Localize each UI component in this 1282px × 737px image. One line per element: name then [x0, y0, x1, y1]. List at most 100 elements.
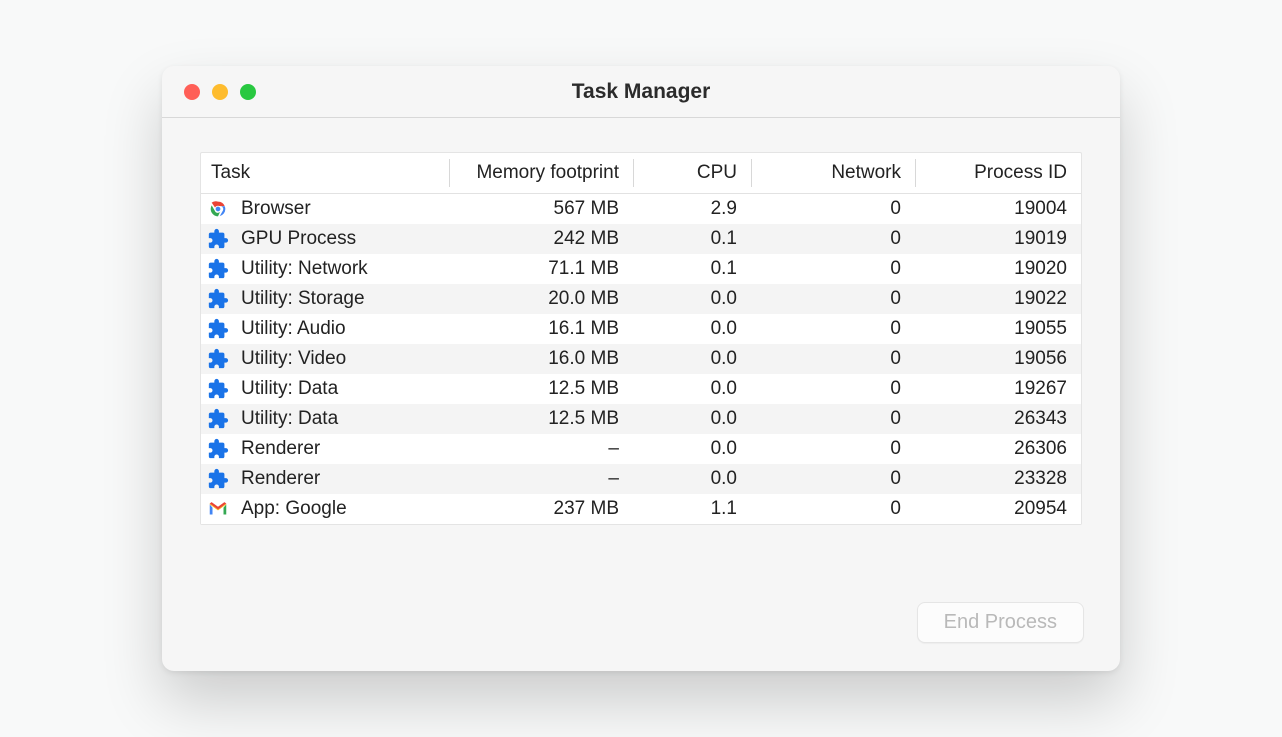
- cell-network: 0: [751, 224, 915, 254]
- cell-pid: 19020: [915, 254, 1081, 284]
- chrome-icon: [207, 198, 229, 220]
- end-process-button[interactable]: End Process: [917, 602, 1084, 643]
- cell-memory: 242 MB: [449, 224, 633, 254]
- task-label: Utility: Data: [241, 378, 338, 400]
- cell-cpu: 0.0: [633, 284, 751, 314]
- cell-pid: 19019: [915, 224, 1081, 254]
- cell-pid: 26306: [915, 434, 1081, 464]
- cell-task: GPU Process: [201, 224, 449, 254]
- gmail-icon: [207, 498, 229, 520]
- puzzle-icon: [207, 318, 229, 340]
- task-label: Utility: Audio: [241, 318, 346, 340]
- table-row[interactable]: Renderer – 0.0 0 26306: [201, 434, 1081, 464]
- cell-cpu: 0.0: [633, 314, 751, 344]
- cell-task: Browser: [201, 194, 449, 225]
- cell-task: Renderer: [201, 464, 449, 494]
- table-row[interactable]: Utility: Network 71.1 MB 0.1 0 19020: [201, 254, 1081, 284]
- table-row[interactable]: Browser 567 MB 2.9 0 19004: [201, 194, 1081, 225]
- cell-network: 0: [751, 314, 915, 344]
- cell-memory: 237 MB: [449, 494, 633, 524]
- cell-task: Utility: Data: [201, 374, 449, 404]
- col-memory[interactable]: Memory footprint: [449, 153, 633, 194]
- cell-task: Utility: Storage: [201, 284, 449, 314]
- cell-cpu: 0.1: [633, 254, 751, 284]
- cell-pid: 19056: [915, 344, 1081, 374]
- cell-network: 0: [751, 494, 915, 524]
- cell-cpu: 0.0: [633, 434, 751, 464]
- footer: End Process: [162, 578, 1120, 671]
- puzzle-icon: [207, 408, 229, 430]
- cell-cpu: 1.1: [633, 494, 751, 524]
- cell-network: 0: [751, 464, 915, 494]
- table-row[interactable]: Utility: Data 12.5 MB 0.0 0 19267: [201, 374, 1081, 404]
- cell-network: 0: [751, 404, 915, 434]
- cell-task: Renderer: [201, 434, 449, 464]
- cell-network: 0: [751, 434, 915, 464]
- cell-memory: 16.1 MB: [449, 314, 633, 344]
- table-row[interactable]: Utility: Data 12.5 MB 0.0 0 26343: [201, 404, 1081, 434]
- cell-pid: 26343: [915, 404, 1081, 434]
- table-row[interactable]: Renderer – 0.0 0 23328: [201, 464, 1081, 494]
- cell-memory: 20.0 MB: [449, 284, 633, 314]
- window-title: Task Manager: [162, 80, 1120, 104]
- cell-cpu: 0.0: [633, 344, 751, 374]
- cell-task: Utility: Video: [201, 344, 449, 374]
- col-network[interactable]: Network: [751, 153, 915, 194]
- cell-memory: 12.5 MB: [449, 404, 633, 434]
- cell-memory: –: [449, 434, 633, 464]
- puzzle-icon: [207, 468, 229, 490]
- task-label: Utility: Data: [241, 408, 338, 430]
- cell-pid: 20954: [915, 494, 1081, 524]
- cell-memory: 12.5 MB: [449, 374, 633, 404]
- cell-memory: 16.0 MB: [449, 344, 633, 374]
- table-row[interactable]: Utility: Video 16.0 MB 0.0 0 19056: [201, 344, 1081, 374]
- table-row[interactable]: GPU Process 242 MB 0.1 0 19019: [201, 224, 1081, 254]
- cell-pid: 19055: [915, 314, 1081, 344]
- task-label: Renderer: [241, 438, 320, 460]
- puzzle-icon: [207, 288, 229, 310]
- table-row[interactable]: Utility: Storage 20.0 MB 0.0 0 19022: [201, 284, 1081, 314]
- cell-network: 0: [751, 254, 915, 284]
- minimize-icon[interactable]: [212, 84, 228, 100]
- cell-memory: 567 MB: [449, 194, 633, 225]
- content: Task Memory footprint CPU Network Proces…: [162, 118, 1120, 578]
- puzzle-icon: [207, 258, 229, 280]
- cell-pid: 19022: [915, 284, 1081, 314]
- cell-network: 0: [751, 284, 915, 314]
- puzzle-icon: [207, 228, 229, 250]
- header-row: Task Memory footprint CPU Network Proces…: [201, 153, 1081, 194]
- cell-task: Utility: Data: [201, 404, 449, 434]
- task-label: Browser: [241, 198, 311, 220]
- process-table: Task Memory footprint CPU Network Proces…: [200, 152, 1082, 525]
- col-pid[interactable]: Process ID: [915, 153, 1081, 194]
- cell-cpu: 0.0: [633, 404, 751, 434]
- cell-cpu: 0.1: [633, 224, 751, 254]
- zoom-icon[interactable]: [240, 84, 256, 100]
- cell-pid: 23328: [915, 464, 1081, 494]
- table-row[interactable]: Utility: Audio 16.1 MB 0.0 0 19055: [201, 314, 1081, 344]
- close-icon[interactable]: [184, 84, 200, 100]
- puzzle-icon: [207, 348, 229, 370]
- puzzle-icon: [207, 378, 229, 400]
- cell-task: Utility: Network: [201, 254, 449, 284]
- cell-memory: –: [449, 464, 633, 494]
- col-task[interactable]: Task: [201, 153, 449, 194]
- task-label: Utility: Network: [241, 258, 368, 280]
- col-cpu[interactable]: CPU: [633, 153, 751, 194]
- table-row[interactable]: App: Google 237 MB 1.1 0 20954: [201, 494, 1081, 524]
- task-label: Renderer: [241, 468, 320, 490]
- titlebar[interactable]: Task Manager: [162, 66, 1120, 118]
- cell-memory: 71.1 MB: [449, 254, 633, 284]
- cell-cpu: 0.0: [633, 374, 751, 404]
- cell-task: Utility: Audio: [201, 314, 449, 344]
- cell-cpu: 0.0: [633, 464, 751, 494]
- task-label: Utility: Storage: [241, 288, 365, 310]
- cell-network: 0: [751, 374, 915, 404]
- cell-pid: 19267: [915, 374, 1081, 404]
- puzzle-icon: [207, 438, 229, 460]
- task-manager-window: Task Manager Task Memory footprint CPU N…: [162, 66, 1120, 671]
- cell-pid: 19004: [915, 194, 1081, 225]
- traffic-lights: [162, 84, 256, 100]
- cell-network: 0: [751, 344, 915, 374]
- task-label: Utility: Video: [241, 348, 346, 370]
